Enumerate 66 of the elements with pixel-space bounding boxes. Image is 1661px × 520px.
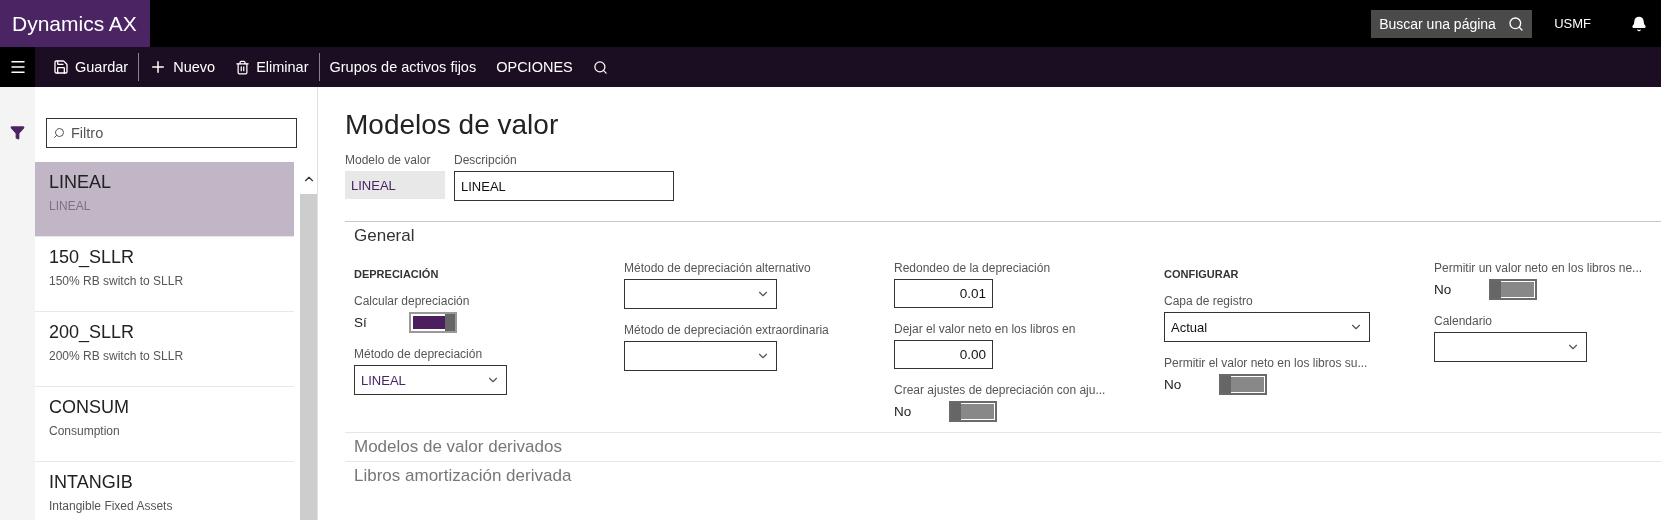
- field-label: Capa de registro: [1164, 294, 1254, 308]
- list-item[interactable]: LINEAL LINEAL: [35, 162, 295, 237]
- field-label: Método de depreciación alternativo: [624, 261, 812, 275]
- input-field[interactable]: 0.00: [894, 340, 993, 369]
- menu-button[interactable]: [0, 47, 35, 87]
- menu-icon: [8, 58, 27, 76]
- page-title: Modelos de valor: [345, 109, 560, 141]
- section-heading: CONFIGURAR: [1164, 268, 1240, 280]
- item-name: 150_SLLR: [49, 247, 136, 268]
- trash-icon: [235, 59, 251, 75]
- field-label: Dejar el valor neto en los libros en: [894, 322, 1077, 336]
- toolbar-button[interactable]: Eliminar: [225, 47, 319, 87]
- item-description: Intangible Fixed Assets: [49, 499, 174, 513]
- section-header[interactable]: Modelos de valor derivados: [345, 433, 571, 461]
- toggle-switch[interactable]: [409, 312, 457, 333]
- search-icon: [1508, 15, 1525, 32]
- section-header[interactable]: General: [345, 222, 424, 250]
- company-label[interactable]: USMF: [1554, 16, 1591, 31]
- field-label: Redondeo de la depreciación: [894, 261, 1052, 275]
- filter-icon[interactable]: [10, 125, 25, 140]
- dropdown[interactable]: [624, 341, 777, 371]
- toolbar-button[interactable]: Nuevo: [139, 47, 226, 87]
- dropdown[interactable]: LINEAL: [354, 365, 507, 395]
- toggle-value: No: [1434, 282, 1453, 297]
- field-label: Modelo de valor: [345, 153, 432, 167]
- item-description: Consumption: [49, 424, 121, 438]
- toggle-switch[interactable]: [1219, 374, 1267, 395]
- item-name: CONSUM: [49, 397, 130, 418]
- item-name: LINEAL: [49, 172, 113, 193]
- dropdown[interactable]: [1434, 332, 1587, 362]
- filter-field[interactable]: Filtro: [46, 118, 297, 148]
- field-label: Método de depreciación extraordinaria: [624, 323, 830, 337]
- item-name: INTANGIB: [49, 472, 134, 493]
- field-label: Permitir un valor neto en los libros ne...: [1434, 261, 1644, 275]
- toolbar-button[interactable]: Grupos de activos fijos: [319, 47, 487, 87]
- field-label: Calendario: [1434, 314, 1494, 328]
- input-field[interactable]: LINEAL: [454, 171, 674, 201]
- toolbar-button[interactable]: OPCIONES: [486, 47, 583, 87]
- input-field[interactable]: 0.01: [894, 279, 993, 308]
- toolbar-button[interactable]: Guardar: [43, 47, 139, 87]
- scrollbar[interactable]: [300, 162, 317, 520]
- field-label: Descripción: [454, 153, 518, 167]
- dropdown[interactable]: Actual: [1164, 312, 1370, 342]
- search-field[interactable]: Buscar una página: [1371, 9, 1533, 38]
- toggle-value: Sí: [354, 315, 368, 330]
- field-label: Permitir el valor neto en los libros su...: [1164, 356, 1369, 370]
- save-icon: [53, 59, 69, 75]
- field-label: Calcular depreciación: [354, 294, 471, 308]
- search-icon: [53, 127, 65, 139]
- search-icon: [592, 59, 608, 75]
- item-description: LINEAL: [49, 199, 92, 213]
- field-label: Método de depreciación: [354, 347, 484, 361]
- app-logo[interactable]: Dynamics AX: [0, 0, 150, 47]
- dropdown[interactable]: [624, 279, 777, 309]
- item-description: 200% RB switch to SLLR: [49, 349, 185, 363]
- field-label: Crear ajustes de depreciación con aju...: [894, 383, 1107, 397]
- section-heading: DEPRECIACIÓN: [354, 268, 440, 280]
- toggle-value: No: [894, 404, 913, 419]
- toggle-switch[interactable]: [949, 401, 997, 422]
- bell-icon[interactable]: [1631, 15, 1647, 32]
- readonly-field: LINEAL: [345, 171, 445, 199]
- toggle-value: No: [1164, 377, 1183, 392]
- toggle-switch[interactable]: [1489, 279, 1537, 300]
- item-name: 200_SLLR: [49, 322, 136, 343]
- section-header[interactable]: Libros amortización derivada: [345, 462, 581, 490]
- item-description: 150% RB switch to SLLR: [49, 274, 185, 288]
